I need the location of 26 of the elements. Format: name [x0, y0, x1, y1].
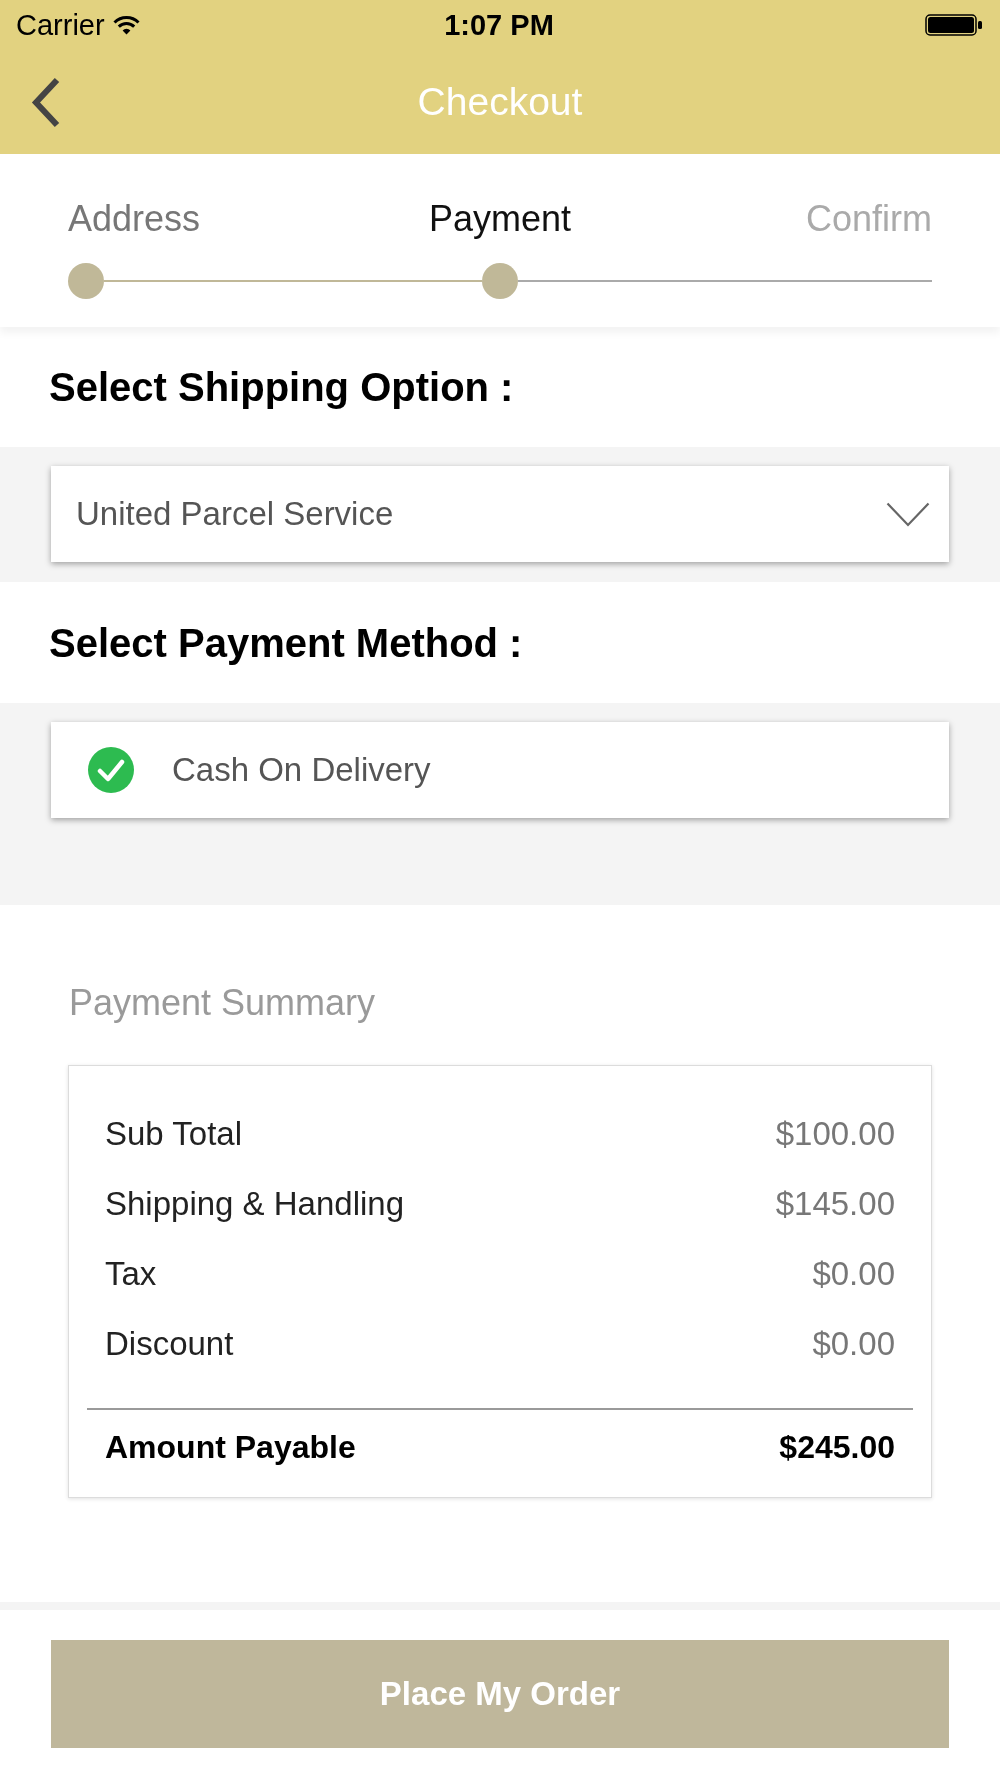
summary-label: Sub Total [105, 1115, 242, 1153]
step-label: Confirm [805, 200, 932, 238]
payment-option[interactable]: Cash On Delivery [51, 722, 949, 818]
wifi-icon [112, 15, 140, 35]
summary-value: $100.00 [775, 1115, 895, 1153]
chevron-left-icon [31, 76, 61, 128]
step-label: Address [68, 200, 201, 238]
summary-title: Payment Summary [68, 985, 376, 1021]
total-label: Amount Payable [105, 1428, 356, 1466]
summary-value: $0.00 [812, 1255, 895, 1293]
screen-title: Checkout [417, 79, 583, 125]
section-heading: Select Payment Method : [49, 619, 523, 666]
status-time: 1:07 PM [444, 8, 554, 42]
step-label: Payment [428, 200, 572, 238]
carrier-label: Carrier [16, 8, 105, 42]
summary-value: $145.00 [775, 1185, 895, 1223]
summary-label: Discount [105, 1325, 234, 1363]
section-heading: Select Shipping Option : [49, 364, 514, 410]
battery-icon [925, 14, 982, 36]
total-value: $245.00 [779, 1428, 895, 1466]
back-button[interactable] [31, 76, 61, 128]
chevron-down-icon [886, 501, 930, 527]
summary-label: Tax [105, 1255, 157, 1293]
summary-value: $0.00 [812, 1325, 895, 1363]
shipping-dropdown[interactable]: United Parcel Service [51, 466, 949, 562]
summary-label: Shipping & Handling [105, 1185, 405, 1223]
